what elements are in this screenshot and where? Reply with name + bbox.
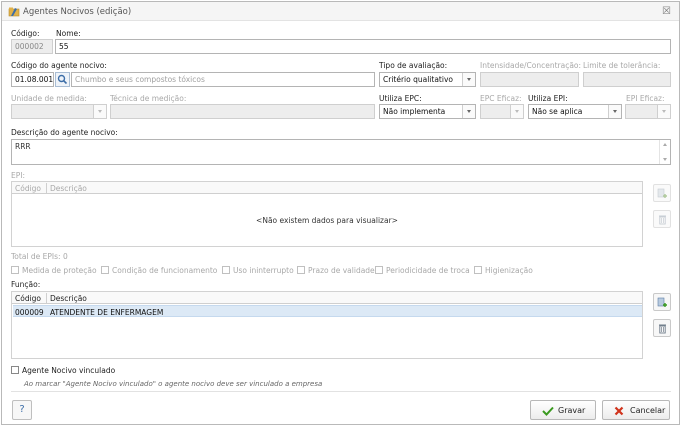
add-funcao-button[interactable] <box>653 293 671 311</box>
window-title: Agentes Nocivos (edição) <box>23 7 132 17</box>
close-icon <box>614 406 624 416</box>
epi-total: Total de EPIs: 0 <box>11 252 68 261</box>
nome-field[interactable]: 55 <box>55 39 671 54</box>
descricao-textarea[interactable]: RRR <box>11 139 671 165</box>
table-row[interactable]: 000009 ATENDENTE DE ENFERMAGEM <box>13 305 642 317</box>
trash-icon <box>659 215 666 225</box>
agente-vinculado-label: Agente Nocivo vinculado <box>22 366 116 375</box>
chevron-down-icon <box>462 105 475 118</box>
search-icon <box>57 74 68 85</box>
descricao-value: RRR <box>15 142 31 151</box>
higienizacao-checkbox[interactable]: Higienização <box>474 266 533 276</box>
epi-eficaz-select <box>625 104 671 119</box>
funcao-row-descricao: ATENDENTE DE ENFERMAGEM <box>50 308 164 317</box>
epi-eficaz-label: EPI Eficaz: <box>626 94 665 103</box>
utiliza-epi-select[interactable]: Não se aplica <box>528 104 622 119</box>
close-icon[interactable]: ☒ <box>662 6 671 17</box>
utiliza-epi-value: Não se aplica <box>532 107 583 116</box>
epi-col-codigo: Código <box>15 184 42 193</box>
codigo-label: Código: <box>11 29 40 38</box>
medida-protecao-label: Medida de proteção <box>22 266 97 275</box>
check-icon <box>542 406 554 416</box>
epi-col-descricao: Descrição <box>50 184 87 193</box>
title-bar: Agentes Nocivos (edição) ☒ <box>2 2 679 21</box>
funcao-grid-header: Código Descrição <box>12 292 642 304</box>
epi-label: EPI: <box>11 171 26 180</box>
chevron-down-icon <box>93 105 106 118</box>
limite-label: Limite de tolerância: <box>583 61 661 70</box>
funcao-grid[interactable]: Código Descrição 000009 ATENDENTE DE ENF… <box>11 291 643 359</box>
scroll-up-icon <box>663 143 667 146</box>
codigo-agente-field[interactable]: 01.08.001 <box>11 72 54 87</box>
tecnica-label: Técnica de medição: <box>110 94 187 103</box>
delete-epi-button[interactable] <box>653 210 671 228</box>
higienizacao-label: Higienização <box>485 266 533 275</box>
utiliza-epc-label: Utiliza EPC: <box>379 94 422 103</box>
help-button[interactable]: ? <box>12 400 32 420</box>
nome-label: Nome: <box>56 29 81 38</box>
unidade-select <box>11 104 107 119</box>
agente-vinculado-checkbox[interactable]: Agente Nocivo vinculado <box>11 366 115 376</box>
agente-descricao-field: Chumbo e seus compostos tóxicos <box>71 72 375 87</box>
descricao-scrollbar[interactable] <box>659 140 670 164</box>
funcao-label: Função: <box>11 280 41 289</box>
save-button[interactable]: Gravar <box>530 400 596 420</box>
chevron-down-icon <box>657 105 670 118</box>
descricao-label: Descrição do agente nocivo: <box>11 128 118 137</box>
epc-eficaz-label: EPC Eficaz: <box>480 94 522 103</box>
app-icon <box>8 7 20 17</box>
prazo-validade-label: Prazo de validade <box>308 266 375 275</box>
medida-protecao-checkbox[interactable]: Medida de proteção <box>11 266 97 276</box>
epi-grid-header: Código Descrição <box>12 182 642 194</box>
add-row-icon <box>657 297 667 307</box>
add-row-icon <box>657 188 667 198</box>
trash-icon <box>659 324 666 334</box>
funcao-col-codigo: Código <box>15 294 42 303</box>
utiliza-epi-label: Utiliza EPI: <box>528 94 568 103</box>
chevron-down-icon <box>462 73 475 86</box>
codigo-agente-label: Código do agente nocivo: <box>11 61 107 70</box>
delete-funcao-button[interactable] <box>653 319 671 337</box>
utiliza-epc-value: Não implementa <box>383 107 446 116</box>
funcao-row-codigo: 000009 <box>15 308 44 317</box>
chevron-down-icon <box>608 105 621 118</box>
chevron-down-icon <box>510 105 523 118</box>
intensidade-label: Intensidade/Concentração: <box>480 61 582 70</box>
tipo-avaliacao-select[interactable]: Critério qualitativo <box>379 72 476 87</box>
prazo-validade-checkbox[interactable]: Prazo de validade <box>297 266 375 276</box>
epi-empty-message: <Não existem dados para visualizar> <box>256 216 398 225</box>
dialog-window: Agentes Nocivos (edição) ☒ Código: Nome:… <box>1 1 680 425</box>
uso-ininterrupto-label: Uso ininterrupto <box>233 266 294 275</box>
epc-eficaz-select <box>480 104 524 119</box>
periodicidade-troca-checkbox[interactable]: Periodicidade de troca <box>375 266 470 276</box>
divider <box>11 391 671 392</box>
cancel-button[interactable]: Cancelar <box>602 400 670 420</box>
vinculado-note: Ao marcar "Agente Nocivo vinculado" o ag… <box>24 380 323 388</box>
tecnica-field <box>110 104 375 119</box>
unidade-label: Unidade de medida: <box>11 94 87 103</box>
tipo-avaliacao-value: Critério qualitativo <box>383 75 453 84</box>
codigo-field: 000002 <box>11 39 53 54</box>
limite-field <box>583 72 671 87</box>
condicao-funcionamento-label: Condição de funcionamento <box>112 266 218 275</box>
search-agente-button[interactable] <box>55 72 70 87</box>
cancel-label: Cancelar <box>630 406 666 415</box>
periodicidade-troca-label: Periodicidade de troca <box>386 266 470 275</box>
condicao-funcionamento-checkbox[interactable]: Condição de funcionamento <box>101 266 217 276</box>
save-label: Gravar <box>558 406 586 415</box>
uso-ininterrupto-checkbox[interactable]: Uso ininterrupto <box>222 266 294 276</box>
funcao-col-descricao: Descrição <box>50 294 87 303</box>
scroll-down-icon <box>663 158 667 161</box>
epi-grid[interactable]: Código Descrição <Não existem dados para… <box>11 181 643 247</box>
tipo-avaliacao-label: Tipo de avaliação: <box>379 61 448 70</box>
add-epi-button[interactable] <box>653 184 671 202</box>
utiliza-epc-select[interactable]: Não implementa <box>379 104 476 119</box>
agente-descricao-text: Chumbo e seus compostos tóxicos <box>75 75 205 84</box>
intensidade-field <box>480 72 579 87</box>
